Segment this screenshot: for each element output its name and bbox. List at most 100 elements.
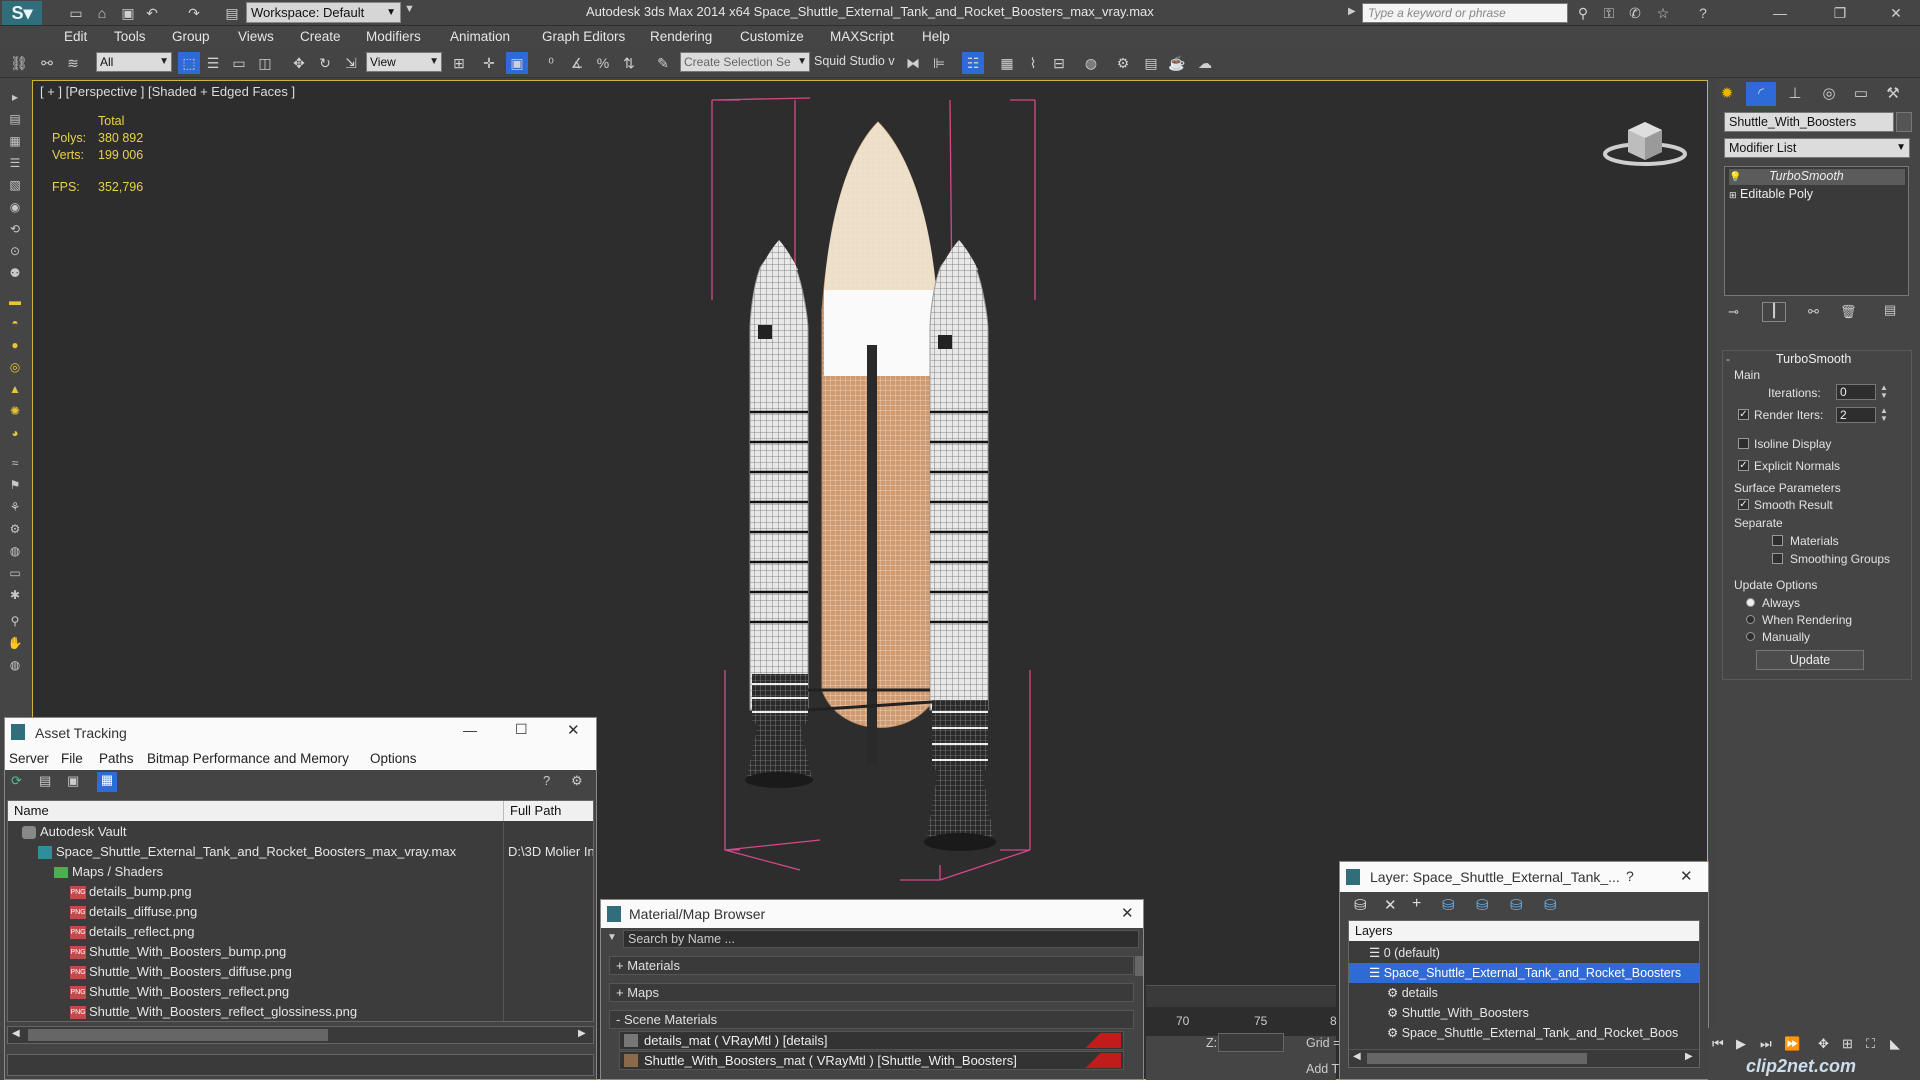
named-selection-set-dropdown[interactable]: Create Selection Se ▼ bbox=[680, 52, 810, 72]
undo-icon[interactable]: ↶ bbox=[142, 3, 162, 23]
utilities-tab-icon[interactable]: ⚒ bbox=[1878, 82, 1908, 106]
asset-help-icon[interactable]: ? bbox=[543, 773, 550, 788]
tool-icon-1[interactable]: ▸ bbox=[5, 88, 25, 106]
asset-row[interactable]: PNG details_bump.png bbox=[8, 882, 593, 902]
save-file-icon[interactable]: ▣ bbox=[118, 3, 138, 23]
iterations-spin-arrows-icon[interactable]: ▲ ▼ bbox=[1880, 384, 1888, 400]
keyboard-shortcut-toggle-icon[interactable]: ▣ bbox=[506, 52, 528, 74]
render-setup-icon[interactable]: ⚙ bbox=[1112, 52, 1134, 74]
favorites-star-icon[interactable]: ☆ bbox=[1652, 3, 1674, 23]
menu-rendering[interactable]: Rendering bbox=[650, 29, 712, 44]
window-crossing-icon[interactable]: ◫ bbox=[254, 52, 276, 74]
tool-icon-6[interactable]: ◉ bbox=[5, 198, 25, 216]
select-and-link-icon[interactable]: ⛓ bbox=[8, 52, 30, 74]
spinner-snap-icon[interactable]: ⇅ bbox=[618, 52, 640, 74]
layer-row[interactable]: ⚙ details bbox=[1349, 983, 1699, 1003]
layer-window-titlebar[interactable]: Layer: Space_Shuttle_External_Tank_... ?… bbox=[1340, 862, 1708, 892]
globe-icon[interactable]: ◍ bbox=[5, 542, 25, 560]
select-object-icon[interactable]: ⬚ bbox=[178, 52, 200, 74]
layer-row-selected[interactable]: ☰ Space_Shuttle_External_Tank_and_Rocket… bbox=[1349, 963, 1699, 983]
graphite-tools-icon[interactable]: ▦ bbox=[996, 52, 1018, 74]
asset-row[interactable]: PNG Shuttle_With_Boosters_diffuse.png bbox=[8, 962, 593, 982]
group-scene-materials[interactable]: - Scene Materials bbox=[609, 1010, 1134, 1029]
zoom-extents-icon[interactable]: ⊞ bbox=[1842, 1036, 1853, 1052]
redo-icon[interactable]: ↷ bbox=[184, 3, 204, 23]
asset-menu-file[interactable]: File bbox=[61, 751, 83, 766]
asset-row[interactable]: Autodesk Vault bbox=[8, 822, 593, 842]
camera-icon[interactable]: ▭ bbox=[5, 564, 25, 582]
play-icon[interactable]: ▶ bbox=[1736, 1036, 1746, 1052]
reference-coordinate-dropdown[interactable]: View ▼ bbox=[366, 52, 442, 72]
highlight-selected-icon[interactable]: ⛁ bbox=[1476, 896, 1489, 914]
layer-scroll-right-icon[interactable]: ▶ bbox=[1685, 1051, 1693, 1062]
scroll-left-icon[interactable]: ◀ bbox=[12, 1028, 20, 1039]
group-materials[interactable]: + Materials bbox=[609, 956, 1134, 975]
material-browser-titlebar[interactable]: Material/Map Browser ✕ bbox=[601, 900, 1143, 928]
z-coordinate-field[interactable] bbox=[1218, 1033, 1284, 1052]
asset-minimize-button[interactable]: — bbox=[463, 722, 477, 738]
render-iterative-icon[interactable]: ☁ bbox=[1194, 52, 1216, 74]
tool-icon-5[interactable]: ▧ bbox=[5, 176, 25, 194]
next-frame-icon[interactable]: ⏭ bbox=[1760, 1036, 1772, 1052]
layer-close-button[interactable]: ✕ bbox=[1680, 867, 1693, 885]
separate-materials-checkbox[interactable] bbox=[1772, 535, 1783, 546]
scroll-right-icon[interactable]: ▶ bbox=[578, 1028, 586, 1039]
create-layer-icon[interactable]: ⛁ bbox=[1354, 896, 1367, 914]
menu-customize[interactable]: Customize bbox=[740, 29, 804, 44]
object-name-field[interactable]: Shuttle_With_Boosters bbox=[1724, 112, 1894, 132]
pan-view-icon[interactable]: ✥ bbox=[1818, 1036, 1829, 1052]
group-maps[interactable]: + Maps bbox=[609, 983, 1134, 1002]
app-logo-icon[interactable]: S▾ bbox=[2, 1, 42, 25]
tool-icon-9[interactable]: ⚉ bbox=[5, 264, 25, 282]
bind-space-warp-icon[interactable]: ≋ bbox=[62, 52, 84, 74]
asset-row[interactable]: Space_Shuttle_External_Tank_and_Rocket_B… bbox=[8, 842, 593, 862]
hierarchy-tab-icon[interactable]: ⊥ bbox=[1780, 82, 1810, 106]
isoline-display-checkbox[interactable] bbox=[1738, 438, 1749, 449]
asset-row[interactable]: PNG details_diffuse.png bbox=[8, 902, 593, 922]
material-search-input[interactable]: Search by Name ... bbox=[623, 930, 1139, 948]
menu-maxscript[interactable]: MAXScript bbox=[830, 29, 894, 44]
table-view-icon[interactable]: ▦ bbox=[97, 772, 117, 792]
add-time-tag-label[interactable]: Add T bbox=[1306, 1062, 1339, 1076]
remove-modifier-icon[interactable]: 🗑 bbox=[1840, 304, 1857, 320]
render-iters-checkbox[interactable]: ✓ bbox=[1738, 409, 1749, 420]
browser-options-arrow-icon[interactable]: ▼ bbox=[607, 932, 617, 943]
add-to-layer-icon[interactable]: + bbox=[1412, 895, 1421, 913]
menu-tools[interactable]: Tools bbox=[114, 29, 146, 44]
layer-row[interactable]: ☰ 0 (default) bbox=[1349, 943, 1699, 963]
col-header-name[interactable]: Name bbox=[8, 801, 504, 821]
field-of-view-icon[interactable]: ◣ bbox=[1890, 1036, 1900, 1052]
thumbnail-view-icon[interactable]: ▣ bbox=[67, 773, 79, 789]
make-unique-icon[interactable]: ⚯ bbox=[1808, 304, 1819, 320]
object-color-swatch[interactable] bbox=[1896, 112, 1912, 132]
scene-material-details[interactable]: details_mat ( VRayMtl ) [details] bbox=[619, 1031, 1124, 1050]
snaps-toggle-icon[interactable]: ⁰ bbox=[540, 52, 562, 74]
update-when-rendering-radio[interactable] bbox=[1746, 615, 1755, 624]
menu-animation[interactable]: Animation bbox=[450, 29, 510, 44]
minimize-button[interactable]: — bbox=[1760, 2, 1800, 24]
rectangular-selection-icon[interactable]: ▭ bbox=[228, 52, 250, 74]
select-objects-in-layer-icon[interactable]: ⛁ bbox=[1442, 896, 1455, 914]
asset-menu-options[interactable]: Options bbox=[370, 751, 417, 766]
open-file-icon[interactable]: ⌂ bbox=[92, 3, 112, 23]
systems-icon[interactable]: ⚙ bbox=[5, 520, 25, 538]
space-warp-icon[interactable]: ⚘ bbox=[5, 498, 25, 516]
cylinder-primitive-icon[interactable]: ● bbox=[5, 336, 25, 354]
particle-icon[interactable]: ✱ bbox=[5, 586, 25, 604]
show-end-result-icon[interactable]: ┃ bbox=[1762, 302, 1786, 322]
menu-views[interactable]: Views bbox=[238, 29, 274, 44]
go-to-start-icon[interactable]: ⏮ bbox=[1712, 1036, 1724, 1052]
stack-item-editable-poly[interactable]: ⊞ Editable Poly bbox=[1729, 187, 1813, 201]
menu-edit[interactable]: Edit bbox=[64, 29, 87, 44]
maximize-viewport-icon[interactable]: ⛶ bbox=[1866, 1036, 1875, 1052]
select-and-rotate-icon[interactable]: ↻ bbox=[314, 52, 336, 74]
help-icon[interactable]: ? bbox=[1692, 3, 1714, 23]
render-iters-spinner[interactable]: 2 bbox=[1836, 407, 1876, 423]
tool-icon-8[interactable]: ⊙ bbox=[5, 242, 25, 260]
mirror-icon[interactable]: ⧓ bbox=[902, 52, 924, 74]
update-always-radio[interactable] bbox=[1746, 598, 1755, 607]
material-browser-close-button[interactable]: ✕ bbox=[1121, 904, 1134, 922]
shuttle-model[interactable] bbox=[700, 90, 1060, 900]
layer-row[interactable]: ⚙ Space_Shuttle_External_Tank_and_Rocket… bbox=[1349, 1023, 1699, 1043]
material-editor-icon[interactable]: ◍ bbox=[1080, 52, 1102, 74]
